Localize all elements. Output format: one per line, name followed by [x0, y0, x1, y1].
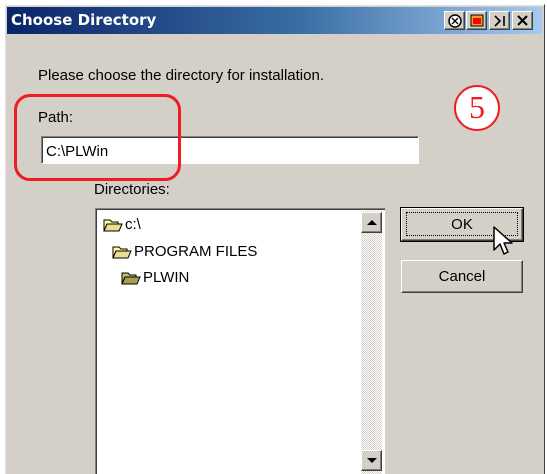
mouse-cursor-icon	[493, 226, 513, 255]
help-icon	[448, 14, 462, 28]
vertical-scrollbar[interactable]	[361, 211, 382, 474]
choose-directory-dialog: Choose Directory Please choose the direc…	[4, 4, 545, 474]
instruction-text: Please choose the directory for installa…	[38, 67, 324, 84]
open-folder-icon	[103, 219, 123, 232]
directory-label: PLWIN	[143, 269, 190, 286]
cancel-button[interactable]: Cancel	[401, 260, 523, 293]
step-number-badge: 5	[454, 85, 500, 131]
path-highlight-annotation	[14, 94, 181, 181]
restore-icon	[470, 14, 484, 27]
close-icon	[517, 15, 528, 26]
open-folder-icon	[112, 246, 132, 259]
directory-label: c:\	[125, 216, 141, 233]
scroll-down-button[interactable]	[361, 450, 382, 471]
close-icon-button[interactable]	[512, 11, 533, 30]
help-question-icon	[494, 15, 505, 27]
help-question-icon-button[interactable]	[489, 11, 510, 30]
help-icon-button[interactable]	[444, 11, 465, 30]
directories-label: Directories:	[94, 181, 170, 198]
open-folder-icon	[121, 272, 141, 285]
title-bar[interactable]: Choose Directory	[7, 7, 542, 34]
arrow-up-icon	[367, 220, 377, 225]
directory-label: PROGRAM FILES	[134, 243, 258, 260]
scroll-up-button[interactable]	[361, 212, 382, 233]
window-title: Choose Directory	[11, 11, 157, 29]
cancel-button-label: Cancel	[438, 268, 486, 285]
arrow-down-icon	[367, 458, 377, 463]
restore-icon-button[interactable]	[466, 11, 487, 30]
directory-list[interactable]: c:\ PROGRAM FILES PLWIN	[95, 208, 385, 474]
